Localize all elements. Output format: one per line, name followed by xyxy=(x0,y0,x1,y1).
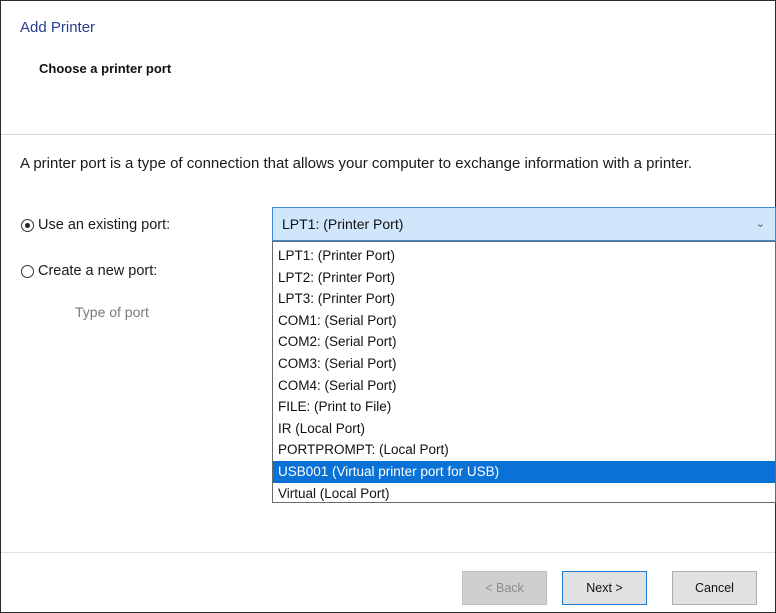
radio-checked-icon xyxy=(21,218,34,232)
chevron-down-icon[interactable]: ⌄ xyxy=(756,217,765,230)
create-new-port-label: Create a new port: xyxy=(38,263,158,279)
footer-divider xyxy=(1,552,775,553)
port-option[interactable]: LPT2: (Printer Port) xyxy=(273,267,775,289)
port-option[interactable]: COM3: (Serial Port) xyxy=(273,353,775,375)
port-option[interactable]: FILE: (Print to File) xyxy=(273,396,775,418)
next-button[interactable]: Next > xyxy=(562,571,647,605)
type-of-port-label: Type of port xyxy=(75,304,149,320)
port-options-list[interactable]: LPT1: (Printer Port) LPT2: (Printer Port… xyxy=(272,241,776,503)
port-option[interactable]: COM4: (Serial Port) xyxy=(273,375,775,397)
port-option[interactable]: COM2: (Serial Port) xyxy=(273,331,775,353)
radio-unchecked-icon xyxy=(21,264,34,278)
dropdown-value: LPT1: (Printer Port) xyxy=(282,216,404,232)
window-title: Add Printer xyxy=(20,19,96,36)
port-option[interactable]: IR (Local Port) xyxy=(273,418,775,440)
use-existing-port-radio[interactable]: Use an existing port: xyxy=(21,217,170,233)
port-option[interactable]: Virtual (Local Port) xyxy=(273,483,775,505)
cancel-button[interactable]: Cancel xyxy=(672,571,757,605)
port-option[interactable]: USB001 (Virtual printer port for USB) xyxy=(273,460,775,483)
back-button[interactable]: < Back xyxy=(462,571,547,605)
add-printer-window: Add Printer Choose a printer port A prin… xyxy=(0,0,776,613)
wizard-header: Add Printer Choose a printer port xyxy=(1,1,775,135)
port-option[interactable]: LPT1: (Printer Port) xyxy=(273,245,775,267)
port-option[interactable]: LPT3: (Printer Port) xyxy=(273,288,775,310)
description-text: A printer port is a type of connection t… xyxy=(20,155,693,172)
use-existing-port-label: Use an existing port: xyxy=(38,217,171,233)
create-new-port-radio[interactable]: Create a new port: xyxy=(21,263,157,279)
existing-port-dropdown[interactable]: LPT1: (Printer Port) ⌄ xyxy=(272,207,776,241)
port-option[interactable]: PORTPROMPT: (Local Port) xyxy=(273,439,775,461)
port-option[interactable]: COM1: (Serial Port) xyxy=(273,310,775,332)
page-heading: Choose a printer port xyxy=(39,61,172,76)
